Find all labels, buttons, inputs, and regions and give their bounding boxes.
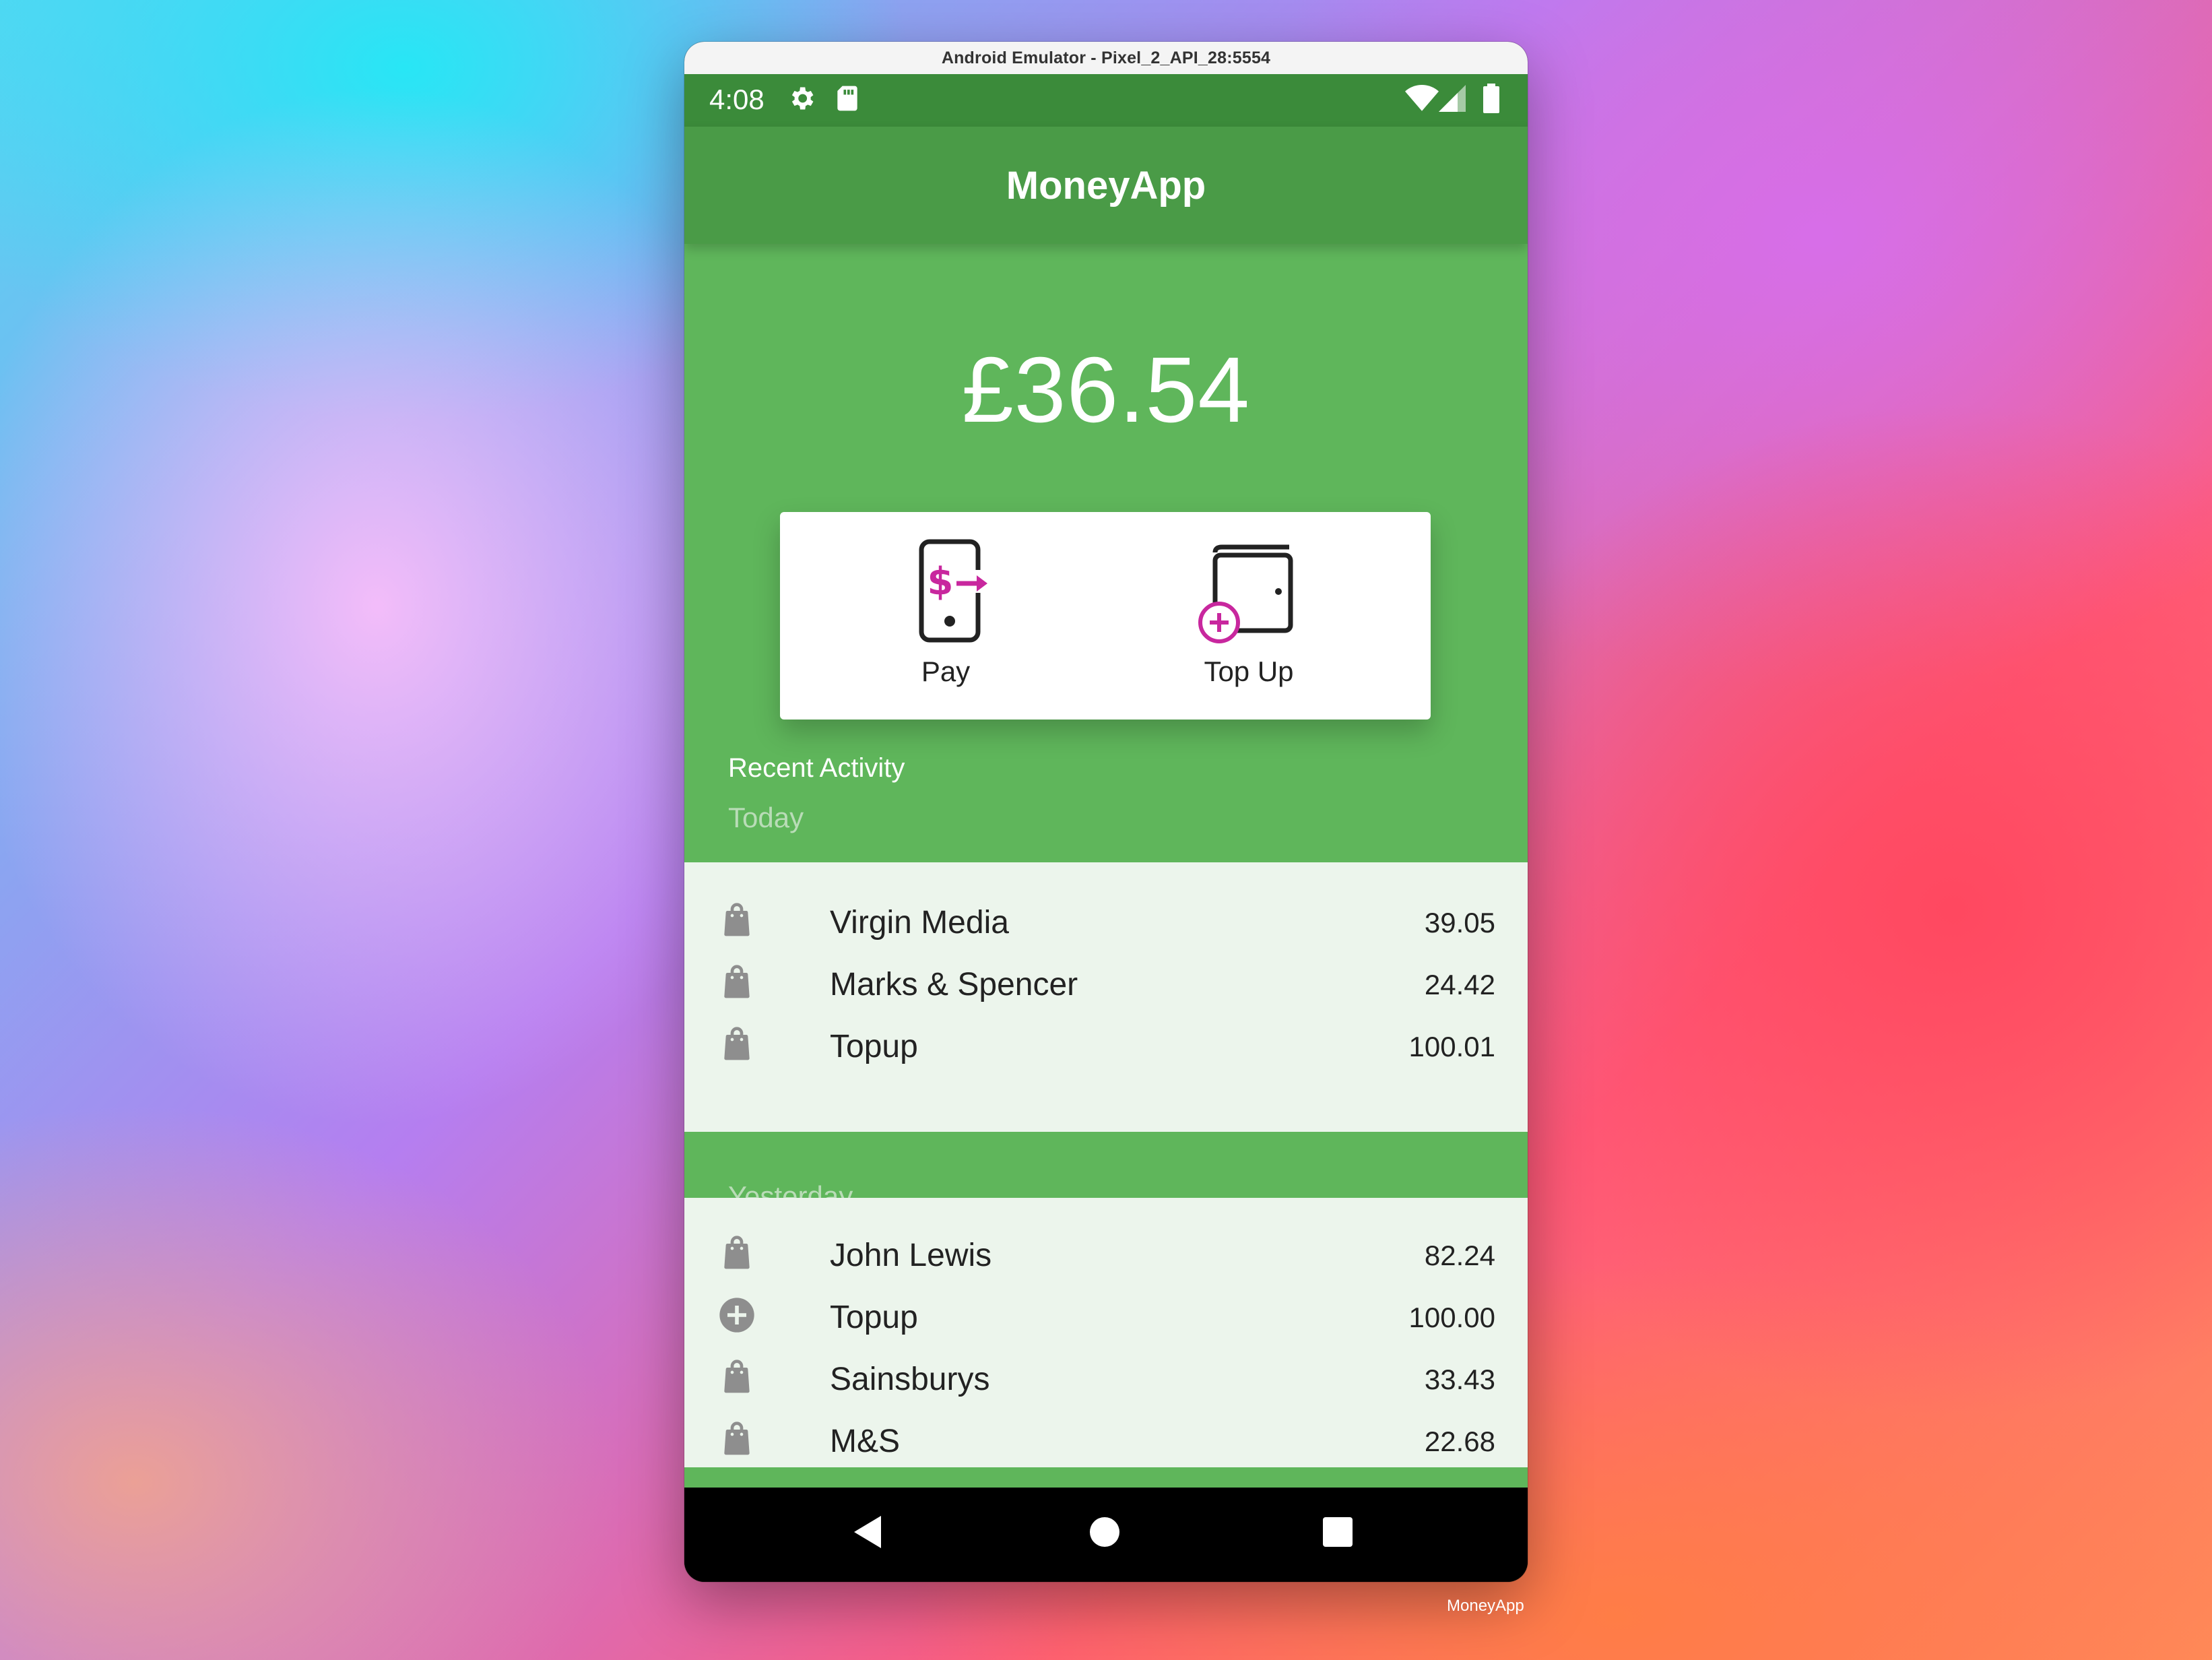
transaction-list-today: Virgin Media 39.05 Marks & Spencer 24.42… bbox=[684, 862, 1528, 1132]
transaction-row[interactable]: Topup 100.01 bbox=[684, 1016, 1528, 1070]
transaction-amount: 100.01 bbox=[1408, 1031, 1495, 1062]
balance-amount: £36.54 bbox=[961, 338, 1251, 442]
home-button[interactable] bbox=[1088, 1516, 1121, 1552]
transaction-amount: 82.24 bbox=[1424, 1240, 1495, 1271]
transaction-amount: 100.00 bbox=[1408, 1302, 1495, 1333]
emulator-window: Android Emulator - Pixel_2_API_28:5554 4… bbox=[684, 42, 1528, 1582]
date-header-today: Today bbox=[728, 802, 804, 833]
transaction-row[interactable]: Virgin Media 39.05 bbox=[684, 892, 1528, 946]
recents-button[interactable] bbox=[1323, 1517, 1353, 1550]
back-button[interactable] bbox=[851, 1514, 884, 1553]
top-up-button[interactable]: Top Up bbox=[1148, 538, 1350, 688]
status-bar: 4:08 bbox=[684, 74, 1528, 127]
transaction-list-yesterday: John Lewis 82.24 Topup 100.00 Sainsburys… bbox=[684, 1198, 1528, 1467]
transaction-row[interactable]: M&S 22.68 bbox=[684, 1411, 1528, 1465]
transaction-row[interactable]: Marks & Spencer 24.42 bbox=[684, 954, 1528, 1008]
transaction-name: John Lewis bbox=[830, 1238, 992, 1273]
transaction-name: Sainsburys bbox=[830, 1362, 990, 1397]
app-title: MoneyApp bbox=[1006, 163, 1206, 208]
transaction-amount: 39.05 bbox=[1424, 907, 1495, 938]
transaction-name: Topup bbox=[830, 1300, 918, 1335]
transaction-name: Marks & Spencer bbox=[830, 967, 1078, 1002]
battery-icon bbox=[1483, 84, 1499, 117]
transaction-row[interactable]: John Lewis 82.24 bbox=[684, 1225, 1528, 1279]
app-bar: MoneyApp bbox=[684, 127, 1528, 244]
transaction-amount: 22.68 bbox=[1424, 1426, 1495, 1457]
sd-card-icon bbox=[834, 84, 861, 117]
transaction-row[interactable]: Topup 100.00 bbox=[684, 1287, 1528, 1341]
shopping-bag-icon bbox=[718, 963, 756, 1001]
shopping-bag-icon bbox=[718, 1025, 756, 1063]
transaction-amount: 33.43 bbox=[1424, 1364, 1495, 1395]
transaction-amount: 24.42 bbox=[1424, 969, 1495, 1000]
system-nav-bar bbox=[684, 1488, 1528, 1582]
pay-label: Pay bbox=[921, 656, 971, 687]
dock-app-label: MoneyApp bbox=[1447, 1597, 1524, 1615]
status-time: 4:08 bbox=[709, 84, 765, 115]
shopping-bag-icon bbox=[718, 901, 756, 939]
actions-card: $ Pay Top Up bbox=[780, 512, 1431, 720]
phone-screen: 4:08 MoneyApp £36.54 $ Pay Top Up Recent… bbox=[684, 74, 1528, 1582]
shopping-bag-icon bbox=[718, 1420, 756, 1458]
svg-text:$: $ bbox=[928, 560, 954, 604]
phone-pay-icon: $ bbox=[899, 539, 993, 648]
top-up-label: Top Up bbox=[1204, 656, 1294, 687]
transaction-row[interactable]: Sainsburys 33.43 bbox=[684, 1349, 1528, 1403]
transaction-name: M&S bbox=[830, 1424, 901, 1459]
transaction-name: Virgin Media bbox=[830, 905, 1009, 940]
wifi-icon bbox=[1405, 84, 1439, 117]
window-title: Android Emulator - Pixel_2_API_28:5554 bbox=[684, 42, 1528, 74]
signal-icon bbox=[1439, 84, 1466, 117]
shopping-bag-icon bbox=[718, 1358, 756, 1396]
transaction-name: Topup bbox=[830, 1029, 918, 1064]
settings-icon bbox=[787, 84, 816, 117]
add-circle-icon bbox=[718, 1296, 756, 1334]
wallet-topup-icon bbox=[1195, 544, 1303, 648]
pay-button[interactable]: $ Pay bbox=[845, 538, 1047, 688]
shopping-bag-icon bbox=[718, 1234, 756, 1272]
recent-activity-heading: Recent Activity bbox=[728, 753, 905, 783]
